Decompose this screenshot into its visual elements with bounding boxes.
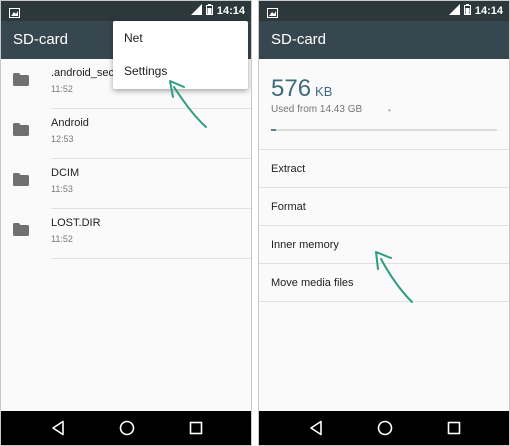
file-row[interactable]: DCIM 11:53 — [1, 159, 251, 209]
storage-value-number: 576 — [271, 75, 312, 102]
status-time: 14:14 — [474, 5, 503, 17]
nav-bar — [1, 411, 251, 445]
file-name: .android_secure — [51, 67, 113, 79]
recents-icon[interactable] — [189, 420, 203, 441]
back-icon[interactable] — [309, 420, 323, 441]
option-label: Move media files — [271, 277, 354, 289]
option-label: Extract — [271, 163, 306, 175]
nav-bar — [259, 411, 509, 445]
storage-usage-fill — [271, 129, 276, 131]
signal-icon — [448, 2, 460, 20]
storage-used-value: 576 KB — [271, 75, 332, 103]
file-time: 11:52 — [51, 234, 73, 244]
right-screen: 14:14 SD-card 576 KB Used from 14.43 GB •… — [258, 0, 510, 446]
row-divider — [51, 258, 251, 259]
overflow-menu: Net Settings — [113, 21, 248, 89]
left-screen: 14:14 SD-card .android_secure 11:52 Andr… — [0, 0, 252, 446]
option-label: Inner memory — [271, 239, 339, 251]
status-bar: 14:14 — [259, 1, 509, 21]
app-bar: SD-card — [259, 21, 509, 59]
signal-icon — [190, 2, 202, 20]
storage-usage-bar — [271, 129, 497, 131]
status-time: 14:14 — [216, 5, 245, 17]
home-icon[interactable] — [377, 420, 393, 441]
file-time: 12:53 — [51, 134, 74, 144]
option-format[interactable]: Format — [259, 188, 509, 226]
folder-icon — [13, 223, 29, 241]
status-bar: 14:14 — [1, 1, 251, 21]
menu-item-settings[interactable]: Settings — [113, 55, 248, 88]
option-extract[interactable]: Extract — [259, 150, 509, 188]
storage-total-label: Used from 14.43 GB — [271, 104, 363, 115]
file-time: 11:52 — [51, 84, 73, 94]
folder-icon — [13, 73, 29, 91]
file-row[interactable]: LOST.DIR 11:52 — [1, 209, 251, 259]
app-bar-title: SD-card — [271, 31, 327, 48]
app-bar-title: SD-card — [13, 31, 69, 48]
file-row[interactable]: Android 12:53 — [1, 109, 251, 159]
storage-dot: • — [388, 106, 391, 115]
storage-value-unit: KB — [315, 84, 333, 99]
file-time: 11:53 — [51, 184, 73, 194]
folder-icon — [13, 123, 29, 141]
battery-icon — [205, 2, 213, 20]
battery-icon — [463, 2, 471, 20]
option-move-media-files[interactable]: Move media files — [259, 264, 509, 302]
option-label: Format — [271, 201, 306, 213]
back-icon[interactable] — [51, 420, 65, 441]
file-list: .android_secure 11:52 Android 12:53 DCIM… — [1, 59, 251, 411]
recents-icon[interactable] — [447, 420, 461, 441]
home-icon[interactable] — [119, 420, 135, 441]
storage-settings: 576 KB Used from 14.43 GB • Extract Forma… — [259, 59, 509, 411]
file-name: Android — [51, 117, 89, 129]
menu-item-net[interactable]: Net — [113, 22, 248, 55]
file-name: DCIM — [51, 167, 80, 179]
option-inner-memory[interactable]: Inner memory — [259, 226, 509, 264]
folder-icon — [13, 173, 29, 191]
file-name: LOST.DIR — [51, 217, 101, 229]
